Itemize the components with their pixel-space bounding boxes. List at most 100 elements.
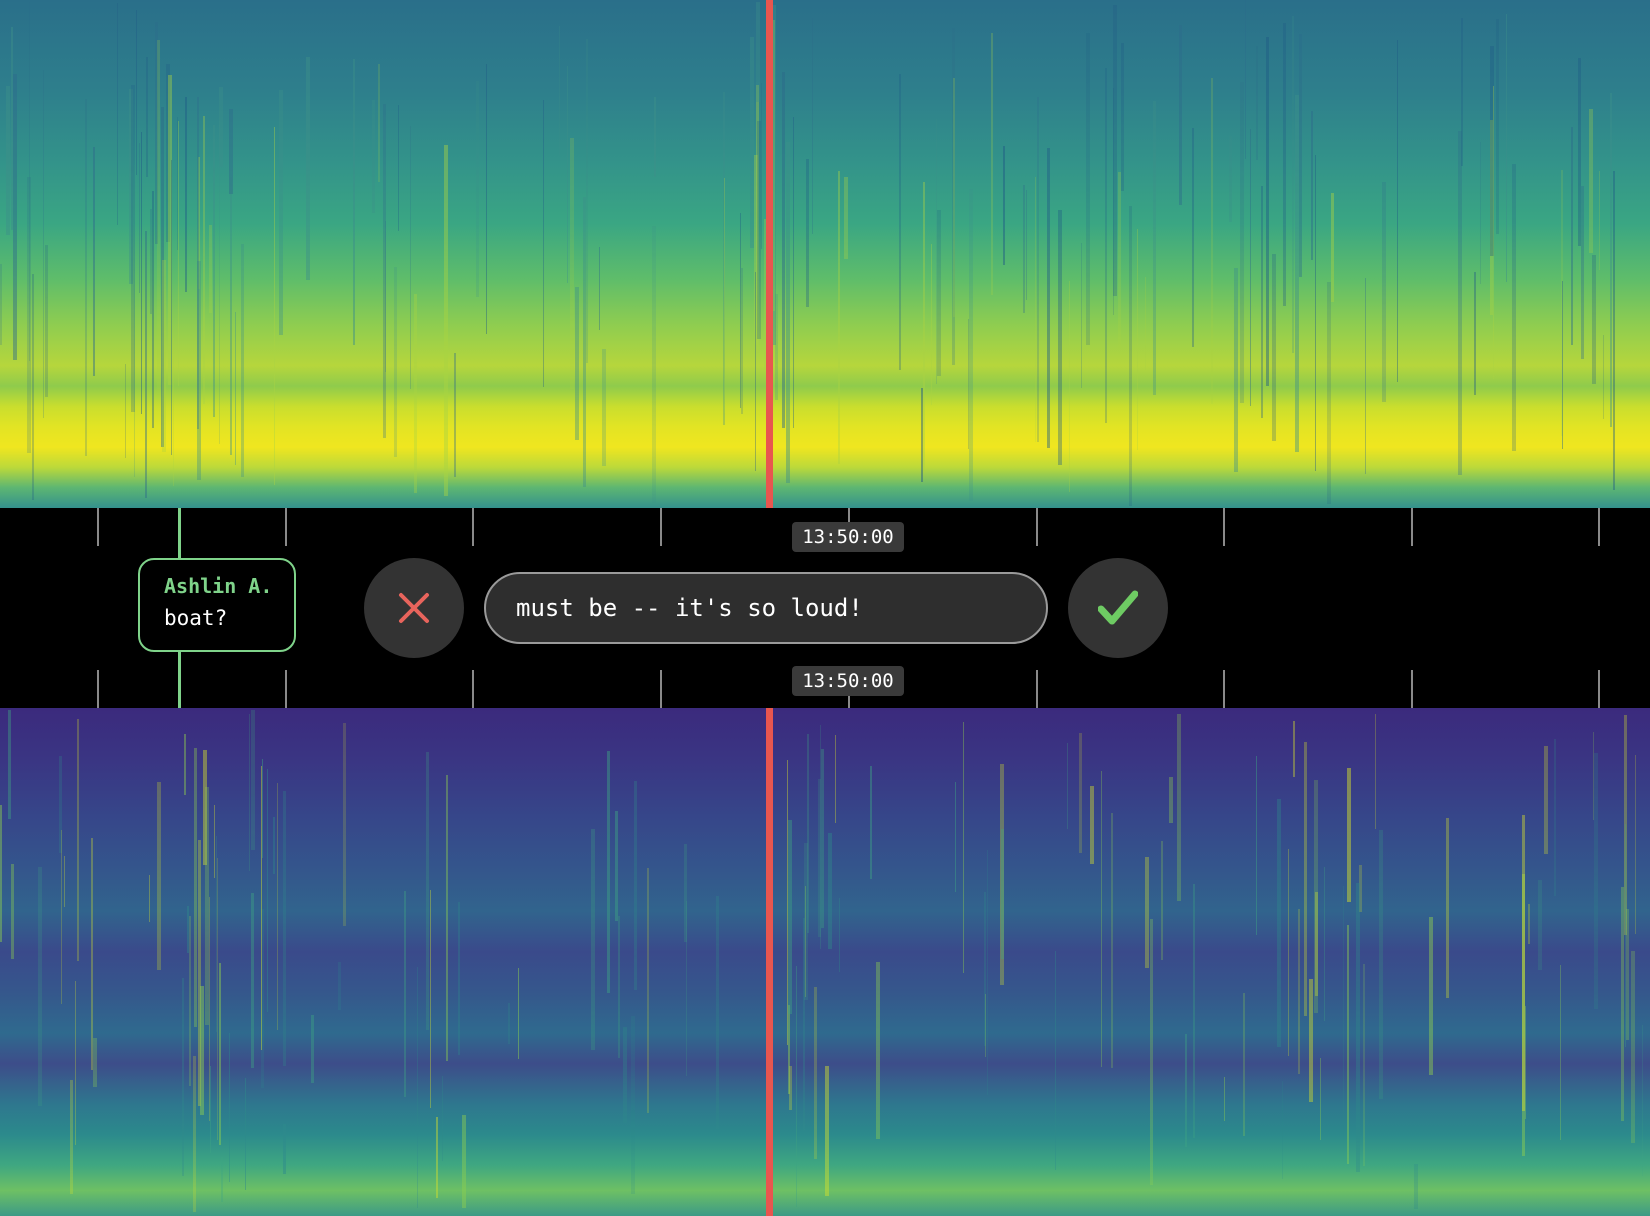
spectrogram-streak xyxy=(1458,131,1462,475)
spectrogram-streak xyxy=(773,20,775,311)
spectrogram-streak xyxy=(277,783,278,1030)
spectrogram-streak xyxy=(1086,33,1090,345)
spectrogram-streak xyxy=(430,890,431,1108)
spectrogram-streak xyxy=(194,748,197,1027)
spectrogram-bottom[interactable] xyxy=(0,708,1650,1216)
spectrogram-streak xyxy=(157,782,161,970)
spectrogram-streak xyxy=(1327,282,1331,504)
spectrogram-streak xyxy=(178,121,179,386)
spectrogram-streak xyxy=(1090,786,1094,864)
spectrogram-streak xyxy=(1145,277,1146,370)
spectrogram-streak xyxy=(385,221,386,372)
spectrogram-streak xyxy=(398,105,399,231)
spectrogram-streak xyxy=(436,1117,438,1198)
cancel-button[interactable] xyxy=(364,558,464,658)
spectrogram-streak xyxy=(1512,164,1516,451)
spectrogram-streak xyxy=(1282,1081,1283,1179)
time-label-top: 13:50:00 xyxy=(792,522,904,552)
comment-bubble[interactable]: Ashlin A. boat? xyxy=(138,558,296,652)
spectrogram-streak xyxy=(1613,171,1615,490)
comment-text: boat? xyxy=(164,606,228,630)
spectrogram-streak xyxy=(1169,777,1173,823)
spectrogram-streak xyxy=(1414,1164,1418,1209)
spectrogram-streak xyxy=(931,244,932,405)
spectrogram-streak xyxy=(1298,909,1300,1074)
spectrogram-streak xyxy=(1480,142,1481,284)
spectrogram-streak xyxy=(634,781,637,990)
spectrogram-streak xyxy=(1528,904,1530,944)
spectrogram-streak xyxy=(274,127,275,485)
spectrogram-streak xyxy=(1069,281,1070,492)
spectrogram-streak xyxy=(417,967,418,1208)
spectrogram-streak xyxy=(1506,14,1507,282)
spectrogram-streak xyxy=(219,963,221,1145)
spectrogram-streak xyxy=(586,39,588,363)
reply-input[interactable] xyxy=(484,572,1048,644)
spectrogram-streak xyxy=(1581,186,1584,359)
spectrogram-streak xyxy=(761,83,762,249)
timeline-tick xyxy=(1223,670,1225,708)
playhead-top[interactable] xyxy=(766,0,773,508)
spectrogram-streak xyxy=(652,226,656,503)
spectrogram-streak xyxy=(444,145,448,496)
spectrogram-streak xyxy=(812,18,813,234)
spectrogram-streak xyxy=(844,177,848,259)
timeline-tick xyxy=(97,508,99,546)
spectrogram-streak xyxy=(230,177,232,455)
spectrogram-streak xyxy=(75,981,76,1145)
spectrogram-streak xyxy=(806,159,809,307)
spectrogram-streak xyxy=(261,766,262,1050)
spectrogram-streak xyxy=(1446,818,1449,998)
spectrogram-streak xyxy=(1594,753,1598,1009)
spectrogram-streak xyxy=(1105,68,1107,423)
spectrogram-streak xyxy=(518,968,519,1059)
spectrogram-streak xyxy=(1375,714,1376,829)
playhead-bottom[interactable] xyxy=(766,708,773,1216)
spectrogram-streak xyxy=(136,10,137,175)
spectrogram-streak xyxy=(1347,768,1351,902)
spectrogram-streak xyxy=(899,74,901,370)
spectrogram-streak xyxy=(607,751,610,993)
spectrogram-streak xyxy=(216,836,217,1032)
spectrogram-streak xyxy=(1118,172,1121,349)
timeline-tick xyxy=(472,508,474,546)
spectrogram-streak xyxy=(1610,93,1612,427)
spectrogram-streak xyxy=(1153,101,1156,395)
spectrogram-top[interactable] xyxy=(0,0,1650,508)
spectrogram-streak xyxy=(969,189,973,501)
spectrogram-streak xyxy=(686,901,687,1076)
spectrogram-streak xyxy=(235,312,236,465)
spectrogram-streak xyxy=(1429,917,1433,1075)
spectrogram-streak xyxy=(1343,886,1344,1125)
spectrogram-streak xyxy=(618,916,620,1058)
spectrogram-streak xyxy=(446,775,448,1061)
spectrogram-streak xyxy=(311,1015,314,1083)
spectrogram-streak xyxy=(251,893,254,1068)
spectrogram-streak xyxy=(38,867,42,1106)
spectrogram-streak xyxy=(221,1157,223,1202)
spectrogram-streak xyxy=(1234,268,1238,472)
spectrogram-streak xyxy=(343,723,346,926)
time-label-bottom: 13:50:00 xyxy=(792,666,904,696)
spectrogram-streak xyxy=(1320,1058,1321,1140)
spectrogram-streak xyxy=(825,1066,829,1196)
spectrogram-streak xyxy=(602,349,606,466)
spectrogram-streak xyxy=(273,817,275,874)
comment-author: Ashlin A. xyxy=(164,574,273,598)
spectrogram-streak xyxy=(229,109,233,194)
confirm-button[interactable] xyxy=(1068,558,1168,658)
spectrogram-streak xyxy=(985,994,986,1057)
spectrogram-streak xyxy=(1058,210,1062,465)
spectrogram-streak xyxy=(1560,965,1561,1140)
spectrogram-streak xyxy=(1035,177,1036,442)
spectrogram-streak xyxy=(146,57,148,177)
spectrogram-streak xyxy=(623,1027,627,1123)
spectrogram-streak xyxy=(117,3,118,225)
spectrogram-streak xyxy=(1324,867,1325,1021)
spectrogram-streak xyxy=(1603,335,1604,419)
spectrogram-streak xyxy=(210,1066,211,1153)
spectrogram-streak xyxy=(1544,746,1548,854)
spectrogram-streak xyxy=(1055,951,1056,1170)
spectrogram-streak xyxy=(8,710,11,819)
spectrogram-streak xyxy=(306,57,310,280)
